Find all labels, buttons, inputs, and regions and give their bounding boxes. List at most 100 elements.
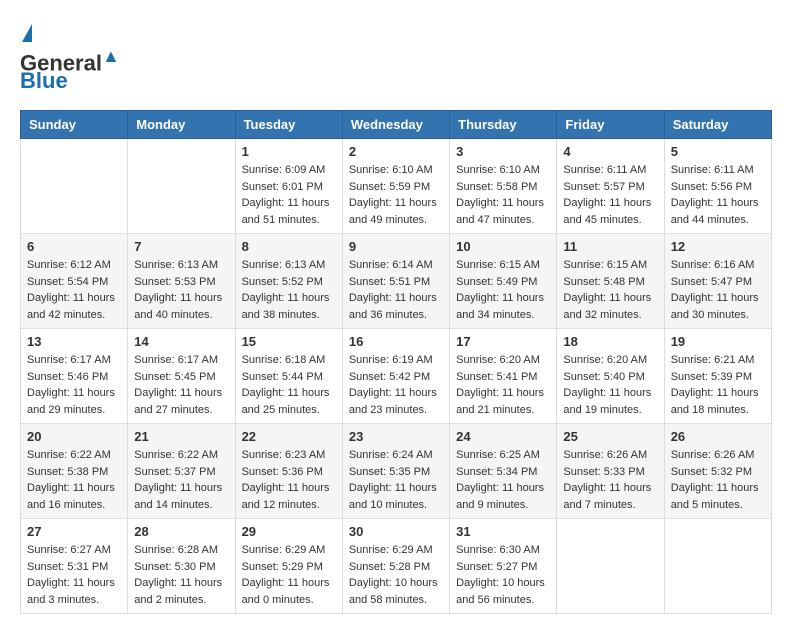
day-number: 1 (242, 144, 336, 159)
day-info: Sunrise: 6:24 AM Sunset: 5:35 PM Dayligh… (349, 447, 443, 513)
sunrise-text: Sunrise: 6:11 AM (671, 164, 754, 176)
sunrise-text: Sunrise: 6:19 AM (349, 354, 433, 366)
daylight-text: Daylight: 11 hours and 0 minutes. (242, 577, 330, 606)
day-info: Sunrise: 6:23 AM Sunset: 5:36 PM Dayligh… (242, 447, 336, 513)
daylight-text: Daylight: 11 hours and 34 minutes. (456, 292, 544, 321)
daylight-text: Daylight: 11 hours and 44 minutes. (671, 197, 759, 226)
day-info: Sunrise: 6:10 AM Sunset: 5:58 PM Dayligh… (456, 162, 550, 228)
day-number: 5 (671, 144, 765, 159)
daylight-text: Daylight: 11 hours and 12 minutes. (242, 482, 330, 511)
day-number: 20 (27, 429, 121, 444)
daylight-text: Daylight: 11 hours and 21 minutes. (456, 387, 544, 416)
sunrise-text: Sunrise: 6:12 AM (27, 259, 111, 271)
sunrise-text: Sunrise: 6:28 AM (134, 544, 218, 556)
weekday-header: Thursday (450, 111, 557, 139)
day-number: 30 (349, 524, 443, 539)
calendar-week-row: 6 Sunrise: 6:12 AM Sunset: 5:54 PM Dayli… (21, 234, 772, 329)
day-info: Sunrise: 6:26 AM Sunset: 5:33 PM Dayligh… (563, 447, 657, 513)
day-number: 4 (563, 144, 657, 159)
daylight-text: Daylight: 11 hours and 49 minutes. (349, 197, 437, 226)
day-info: Sunrise: 6:11 AM Sunset: 5:57 PM Dayligh… (563, 162, 657, 228)
sunset-text: Sunset: 5:45 PM (134, 371, 215, 383)
calendar-cell: 21 Sunrise: 6:22 AM Sunset: 5:37 PM Dayl… (128, 424, 235, 519)
day-number: 15 (242, 334, 336, 349)
calendar-cell (557, 519, 664, 614)
day-info: Sunrise: 6:09 AM Sunset: 6:01 PM Dayligh… (242, 162, 336, 228)
daylight-text: Daylight: 10 hours and 56 minutes. (456, 577, 545, 606)
sunrise-text: Sunrise: 6:27 AM (27, 544, 111, 556)
calendar-week-row: 13 Sunrise: 6:17 AM Sunset: 5:46 PM Dayl… (21, 329, 772, 424)
sunset-text: Sunset: 5:38 PM (27, 466, 108, 478)
sunrise-text: Sunrise: 6:20 AM (456, 354, 540, 366)
sunset-text: Sunset: 5:57 PM (563, 181, 644, 193)
daylight-text: Daylight: 11 hours and 10 minutes. (349, 482, 437, 511)
day-info: Sunrise: 6:29 AM Sunset: 5:29 PM Dayligh… (242, 542, 336, 608)
sunrise-text: Sunrise: 6:17 AM (134, 354, 218, 366)
calendar-cell: 6 Sunrise: 6:12 AM Sunset: 5:54 PM Dayli… (21, 234, 128, 329)
sunset-text: Sunset: 5:51 PM (349, 276, 430, 288)
sunrise-text: Sunrise: 6:25 AM (456, 449, 540, 461)
sunrise-text: Sunrise: 6:14 AM (349, 259, 433, 271)
daylight-text: Daylight: 11 hours and 19 minutes. (563, 387, 651, 416)
daylight-text: Daylight: 10 hours and 58 minutes. (349, 577, 438, 606)
day-number: 16 (349, 334, 443, 349)
day-info: Sunrise: 6:10 AM Sunset: 5:59 PM Dayligh… (349, 162, 443, 228)
sunrise-text: Sunrise: 6:26 AM (563, 449, 647, 461)
sunset-text: Sunset: 5:37 PM (134, 466, 215, 478)
daylight-text: Daylight: 11 hours and 45 minutes. (563, 197, 651, 226)
day-number: 3 (456, 144, 550, 159)
sunset-text: Sunset: 5:48 PM (563, 276, 644, 288)
sunrise-text: Sunrise: 6:11 AM (563, 164, 646, 176)
daylight-text: Daylight: 11 hours and 9 minutes. (456, 482, 544, 511)
sunset-text: Sunset: 5:58 PM (456, 181, 537, 193)
day-info: Sunrise: 6:11 AM Sunset: 5:56 PM Dayligh… (671, 162, 765, 228)
sunset-text: Sunset: 5:40 PM (563, 371, 644, 383)
day-number: 13 (27, 334, 121, 349)
day-info: Sunrise: 6:21 AM Sunset: 5:39 PM Dayligh… (671, 352, 765, 418)
calendar-cell: 28 Sunrise: 6:28 AM Sunset: 5:30 PM Dayl… (128, 519, 235, 614)
calendar-cell (664, 519, 771, 614)
logo-triangle-icon (22, 24, 32, 42)
weekday-header: Saturday (664, 111, 771, 139)
calendar-cell: 22 Sunrise: 6:23 AM Sunset: 5:36 PM Dayl… (235, 424, 342, 519)
calendar-cell: 26 Sunrise: 6:26 AM Sunset: 5:32 PM Dayl… (664, 424, 771, 519)
day-number: 12 (671, 239, 765, 254)
day-number: 8 (242, 239, 336, 254)
sunset-text: Sunset: 5:36 PM (242, 466, 323, 478)
daylight-text: Daylight: 11 hours and 40 minutes. (134, 292, 222, 321)
day-info: Sunrise: 6:28 AM Sunset: 5:30 PM Dayligh… (134, 542, 228, 608)
sunset-text: Sunset: 5:41 PM (456, 371, 537, 383)
sunset-text: Sunset: 5:52 PM (242, 276, 323, 288)
calendar-cell: 15 Sunrise: 6:18 AM Sunset: 5:44 PM Dayl… (235, 329, 342, 424)
day-info: Sunrise: 6:16 AM Sunset: 5:47 PM Dayligh… (671, 257, 765, 323)
day-info: Sunrise: 6:20 AM Sunset: 5:40 PM Dayligh… (563, 352, 657, 418)
sunrise-text: Sunrise: 6:16 AM (671, 259, 755, 271)
calendar-cell: 5 Sunrise: 6:11 AM Sunset: 5:56 PM Dayli… (664, 139, 771, 234)
day-number: 19 (671, 334, 765, 349)
calendar-cell: 7 Sunrise: 6:13 AM Sunset: 5:53 PM Dayli… (128, 234, 235, 329)
daylight-text: Daylight: 11 hours and 16 minutes. (27, 482, 115, 511)
sunset-text: Sunset: 5:39 PM (671, 371, 752, 383)
sunset-text: Sunset: 5:42 PM (349, 371, 430, 383)
sunset-text: Sunset: 5:28 PM (349, 561, 430, 573)
daylight-text: Daylight: 11 hours and 23 minutes. (349, 387, 437, 416)
day-info: Sunrise: 6:30 AM Sunset: 5:27 PM Dayligh… (456, 542, 550, 608)
calendar-week-row: 27 Sunrise: 6:27 AM Sunset: 5:31 PM Dayl… (21, 519, 772, 614)
daylight-text: Daylight: 11 hours and 27 minutes. (134, 387, 222, 416)
sunset-text: Sunset: 5:54 PM (27, 276, 108, 288)
daylight-text: Daylight: 11 hours and 51 minutes. (242, 197, 330, 226)
calendar-cell: 23 Sunrise: 6:24 AM Sunset: 5:35 PM Dayl… (342, 424, 449, 519)
calendar-week-row: 1 Sunrise: 6:09 AM Sunset: 6:01 PM Dayli… (21, 139, 772, 234)
day-number: 26 (671, 429, 765, 444)
sunrise-text: Sunrise: 6:29 AM (349, 544, 433, 556)
calendar-cell: 24 Sunrise: 6:25 AM Sunset: 5:34 PM Dayl… (450, 424, 557, 519)
day-number: 17 (456, 334, 550, 349)
page-header: General▲ Blue (20, 20, 772, 94)
sunrise-text: Sunrise: 6:22 AM (134, 449, 218, 461)
day-info: Sunrise: 6:27 AM Sunset: 5:31 PM Dayligh… (27, 542, 121, 608)
day-number: 21 (134, 429, 228, 444)
day-info: Sunrise: 6:17 AM Sunset: 5:46 PM Dayligh… (27, 352, 121, 418)
day-info: Sunrise: 6:29 AM Sunset: 5:28 PM Dayligh… (349, 542, 443, 608)
sunset-text: Sunset: 5:47 PM (671, 276, 752, 288)
sunrise-text: Sunrise: 6:13 AM (134, 259, 218, 271)
